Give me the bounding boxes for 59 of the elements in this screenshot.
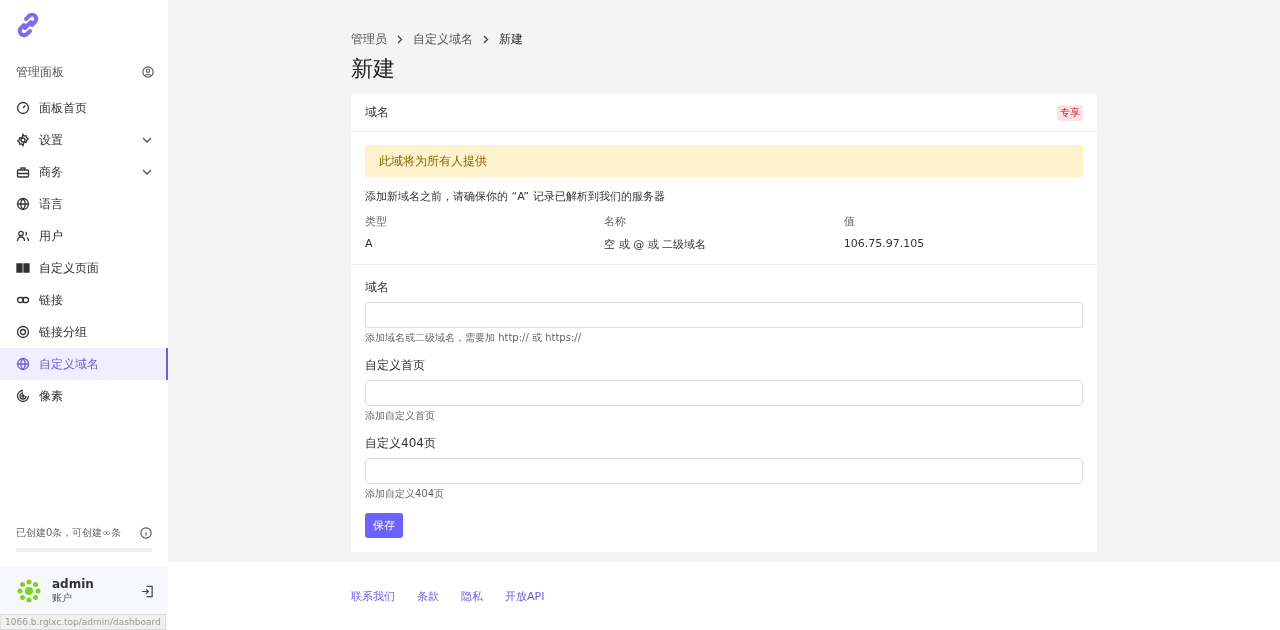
input-field[interactable] <box>365 458 1083 484</box>
footer-link[interactable]: 条款 <box>417 588 439 604</box>
footer-link[interactable]: 联系我们 <box>351 588 395 604</box>
footer-link[interactable]: 隐私 <box>461 588 483 604</box>
section-title: 管理面板 <box>16 63 64 81</box>
field-label: 自定义404页 <box>365 435 437 452</box>
field-label: 自定义首页 <box>365 357 426 374</box>
sidebar-item[interactable]: 语言 <box>0 188 168 220</box>
sidebar-item[interactable]: 自定义域名 <box>0 348 168 380</box>
sidebar-item[interactable]: 面板首页 <box>0 92 168 124</box>
alert: 此域将为所有人提供 <box>365 145 1083 177</box>
card-title: 域名 <box>365 104 389 121</box>
sidebar-item[interactable]: 商务 <box>0 156 168 188</box>
column-header: 值 <box>843 214 856 229</box>
sidebar-item[interactable]: 自定义页面 <box>0 252 168 284</box>
user-role: 账户 <box>52 591 73 605</box>
book-icon <box>16 261 30 275</box>
input-field[interactable] <box>365 380 1083 406</box>
sidebar-item[interactable]: 链接分组 <box>0 316 168 348</box>
briefcase-icon <box>16 165 30 179</box>
status-url: 1066.b.rglxc.top/admin/dashboard <box>0 614 166 630</box>
user-name: admin <box>52 577 95 591</box>
chevron-right-icon <box>397 34 403 44</box>
sidebar-item[interactable]: 链接 <box>0 284 168 316</box>
radar-icon <box>16 389 30 403</box>
save-button[interactable]: 保存 <box>365 513 403 538</box>
globe-icon <box>16 197 30 211</box>
badge: 专享 <box>1057 104 1083 121</box>
table-cell-text: A <box>365 237 374 252</box>
column-header: 类型 <box>365 214 388 229</box>
breadcrumb-item[interactable]: 自定义域名 <box>413 30 473 48</box>
help-text: 添加自定义首页 <box>365 409 436 423</box>
user-circle-icon[interactable] <box>142 66 154 78</box>
chain-logo[interactable] <box>15 12 41 38</box>
help-text: 添加自定义404页 <box>365 487 446 501</box>
breadcrumb-item: 新建 <box>499 30 523 48</box>
chevron-right-icon <box>483 34 489 44</box>
sidebar-item[interactable]: 用户 <box>0 220 168 252</box>
usage-text: 已创建0条，可创建∞条 <box>16 526 121 540</box>
page-title: 新建 <box>351 55 396 83</box>
input-field[interactable] <box>365 302 1083 328</box>
logout-icon[interactable] <box>141 584 154 598</box>
help-text: 添加域名或二级域名，需要加 http:// 或 https:// <box>365 331 582 345</box>
column-header: 名称 <box>604 214 628 229</box>
sidebar-item[interactable]: 像素 <box>0 380 168 412</box>
field-label: 域名 <box>365 279 390 296</box>
table-cell-text: 空 或 @ 或 二级域名 <box>604 237 708 252</box>
gear-icon <box>16 133 30 147</box>
sidebar-item[interactable]: 设置 <box>0 124 168 156</box>
footer-link[interactable]: 开放API <box>505 588 545 604</box>
users-icon <box>16 229 30 243</box>
gauge-icon <box>16 101 30 115</box>
table-cell-text: 106.75.97.105 <box>843 237 926 252</box>
note-text: 添加新域名之前，请确保你的 “A” 记录已解析到我们的服务器 <box>365 189 666 204</box>
globe-icon <box>16 357 30 371</box>
breadcrumb-item[interactable]: 管理员 <box>351 30 387 48</box>
avatar-icon <box>16 578 42 604</box>
info-icon[interactable] <box>140 527 152 539</box>
target-icon <box>16 325 30 339</box>
